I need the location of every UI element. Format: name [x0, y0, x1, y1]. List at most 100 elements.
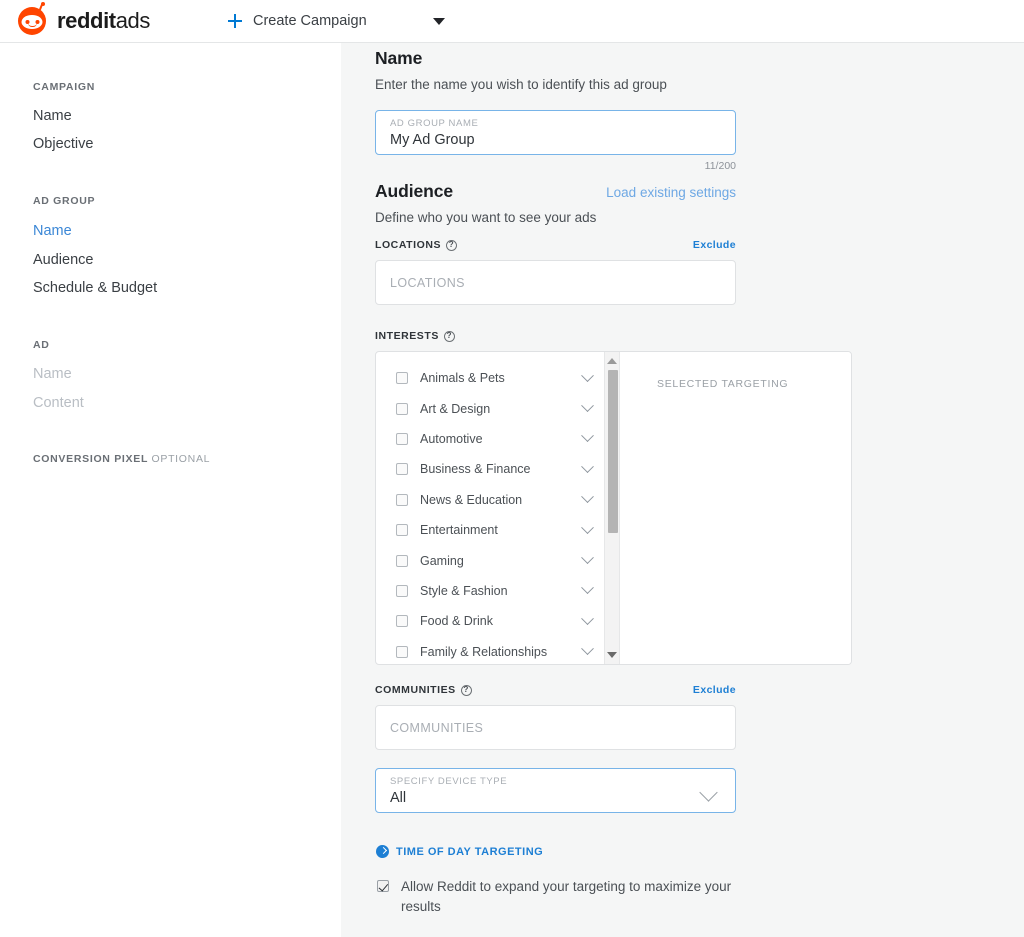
interest-option-label: Entertainment: [420, 523, 498, 538]
device-type-select[interactable]: SPECIFY DEVICE TYPE All: [375, 768, 736, 813]
expand-targeting-checkbox-row[interactable]: Allow Reddit to expand your targeting to…: [377, 877, 741, 917]
locations-label-text: LOCATIONS: [375, 239, 442, 251]
locations-placeholder: LOCATIONS: [390, 276, 465, 290]
interest-option-row[interactable]: Family & Relationships: [376, 637, 604, 664]
sidebar-item-ad-content: Content: [33, 395, 84, 411]
interest-option-label: News & Education: [420, 492, 523, 507]
interest-checkbox[interactable]: [396, 645, 408, 658]
interest-checkbox[interactable]: [396, 402, 408, 415]
interest-option-label: Family & Relationships: [420, 644, 548, 659]
main-content-panel: Name Enter the name you wish to identify…: [341, 43, 1024, 937]
time-of-day-targeting-toggle[interactable]: TIME OF DAY TARGETING: [376, 845, 543, 858]
chevron-down-icon[interactable]: [581, 490, 594, 504]
create-campaign-button[interactable]: Create Campaign: [228, 13, 367, 29]
expand-targeting-checkbox[interactable]: [377, 880, 389, 892]
device-type-field-group: SPECIFY DEVICE TYPE All: [375, 768, 736, 813]
communities-input[interactable]: COMMUNITIES: [375, 705, 736, 750]
sidebar-item-campaign-objective[interactable]: Objective: [33, 136, 93, 152]
reddit-ads-create-ad-group-page: redditads Create Campaign CAMPAIGN Name …: [0, 0, 1024, 937]
audience-section-subtitle: Define who you want to see your ads: [375, 210, 597, 225]
sidebar-item-ad-name: Name: [33, 366, 72, 382]
communities-label-text: COMMUNITIES: [375, 684, 456, 696]
interests-option-list[interactable]: Animals & Pets Art & Design Automotive Busi…: [376, 352, 604, 664]
chevron-down-icon: [699, 783, 718, 802]
communities-placeholder: COMMUNITIES: [390, 721, 484, 735]
interest-option-row[interactable]: Art & Design: [376, 393, 604, 423]
selected-targeting-title: SELECTED TARGETING: [657, 378, 789, 390]
locations-input[interactable]: LOCATIONS: [375, 260, 736, 305]
audience-section-heading: Audience: [375, 181, 453, 201]
interest-option-row[interactable]: Entertainment: [376, 515, 604, 545]
time-of-day-targeting-label: TIME OF DAY TARGETING: [396, 845, 544, 858]
interest-checkbox[interactable]: [396, 493, 408, 506]
ad-group-name-input-value: My Ad Group: [390, 132, 475, 148]
interests-selector: Animals & Pets Art & Design Automotive Busi…: [375, 351, 852, 665]
ad-group-name-char-count: 11/200: [704, 160, 736, 172]
sidebar-group-ad-title: AD: [33, 339, 50, 351]
interest-option-row[interactable]: Animals & Pets: [376, 363, 604, 393]
interests-label-text: INTERESTS: [375, 330, 439, 342]
plus-icon: [228, 14, 242, 28]
ad-group-name-input[interactable]: AD GROUP NAME My Ad Group: [375, 110, 736, 155]
caret-down-icon[interactable]: [432, 17, 445, 25]
interest-checkbox[interactable]: [396, 584, 408, 597]
scroll-down-arrow-icon[interactable]: [607, 652, 617, 658]
chevron-right-circle-icon: [376, 845, 389, 858]
interest-option-row[interactable]: Business & Finance: [376, 454, 604, 484]
locations-exclude-link[interactable]: Exclude: [693, 239, 736, 251]
interest-option-row[interactable]: Gaming: [376, 545, 604, 575]
scroll-up-arrow-icon[interactable]: [607, 358, 617, 364]
help-icon[interactable]: ?: [446, 239, 458, 251]
ad-group-name-input-label: AD GROUP NAME: [390, 118, 479, 129]
conversion-pixel-label: CONVERSION PIXEL: [33, 453, 148, 465]
interest-option-row[interactable]: News & Education: [376, 485, 604, 515]
sidebar-group-conversion-pixel-title: CONVERSION PIXEL OPTIONAL: [33, 453, 210, 465]
chevron-down-icon[interactable]: [581, 368, 594, 382]
sidebar-item-adgroup-audience[interactable]: Audience: [33, 252, 93, 268]
communities-field-group: COMMUNITIES ? Exclude COMMUNITIES: [375, 684, 736, 750]
brand-wordmark: redditads: [57, 8, 150, 34]
audience-section: Audience Load existing settings Define w…: [375, 181, 736, 225]
interest-checkbox[interactable]: [396, 372, 408, 385]
reddit-logo-icon: [18, 2, 46, 35]
sidebar-group-adgroup-title: AD GROUP: [33, 195, 96, 207]
device-type-value: All: [390, 790, 407, 806]
sidebar-item-campaign-name[interactable]: Name: [33, 108, 72, 124]
scrollbar-thumb[interactable]: [608, 370, 618, 533]
chevron-down-icon[interactable]: [581, 399, 594, 413]
device-type-label: SPECIFY DEVICE TYPE: [390, 776, 508, 787]
chevron-down-icon[interactable]: [581, 642, 594, 656]
chevron-down-icon[interactable]: [581, 551, 594, 565]
help-icon[interactable]: ?: [460, 684, 472, 696]
chevron-down-icon[interactable]: [581, 612, 594, 625]
chevron-down-icon[interactable]: [581, 520, 594, 534]
chevron-down-icon[interactable]: [581, 429, 594, 443]
locations-field-group: LOCATIONS ? Exclude LOCATIONS: [375, 239, 736, 305]
interest-checkbox[interactable]: [396, 615, 408, 628]
interest-option-label: Animals & Pets: [420, 371, 505, 386]
load-existing-settings-link[interactable]: Load existing settings: [606, 185, 736, 200]
sidebar-item-adgroup-schedule-budget[interactable]: Schedule & Budget: [33, 280, 157, 296]
help-icon[interactable]: ?: [443, 330, 455, 342]
interest-checkbox[interactable]: [396, 432, 408, 445]
interests-scrollbar[interactable]: [604, 352, 620, 664]
interest-checkbox[interactable]: [396, 463, 408, 476]
interest-option-row[interactable]: Style & Fashion: [376, 576, 604, 606]
locations-label: LOCATIONS ?: [375, 239, 458, 251]
chevron-down-icon[interactable]: [581, 460, 594, 473]
reddit-ads-brand[interactable]: redditads: [18, 2, 150, 35]
sidebar-item-adgroup-name[interactable]: Name: [33, 223, 72, 239]
interest-checkbox[interactable]: [396, 554, 408, 567]
top-navigation-bar: redditads Create Campaign: [0, 0, 1024, 43]
interest-option-label: Style & Fashion: [420, 583, 508, 598]
sidebar-group-campaign-title: CAMPAIGN: [33, 81, 95, 93]
name-section: Name Enter the name you wish to identify…: [375, 48, 736, 172]
create-campaign-label: Create Campaign: [253, 13, 367, 29]
chevron-down-icon[interactable]: [581, 581, 594, 595]
communities-exclude-link[interactable]: Exclude: [693, 684, 736, 696]
interest-option-row[interactable]: Food & Drink: [376, 606, 604, 636]
brand-name-ads: ads: [115, 8, 151, 33]
interest-checkbox[interactable]: [396, 524, 408, 537]
interest-option-row[interactable]: Automotive: [376, 424, 604, 454]
communities-label: COMMUNITIES ?: [375, 684, 472, 696]
